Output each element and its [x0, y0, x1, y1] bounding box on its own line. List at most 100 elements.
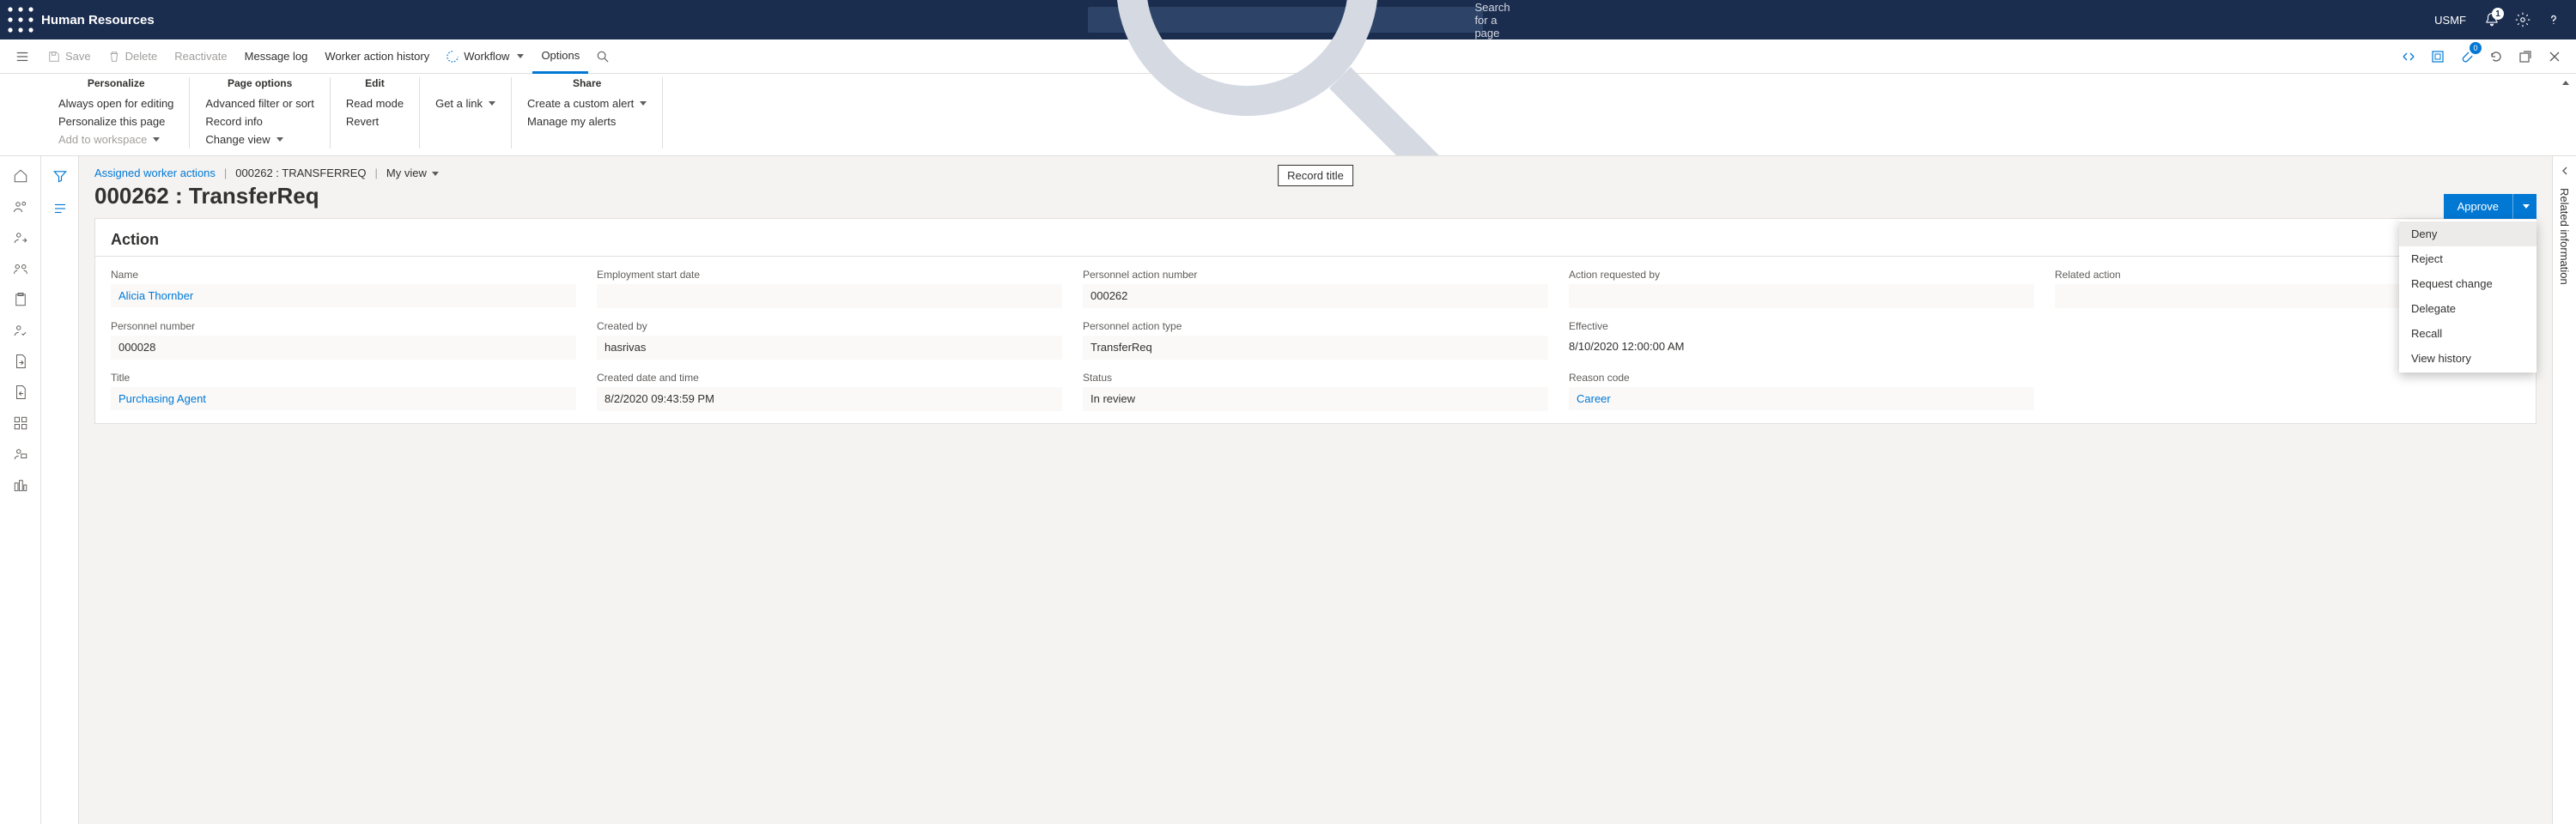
- field-label-employment-start: Employment start date: [597, 269, 1062, 281]
- nav-home-icon[interactable]: [3, 161, 38, 191]
- chevron-down-icon: [517, 54, 524, 58]
- action-card: Action 8/10/2020 12:0 Name Alicia Thornb…: [94, 218, 2537, 424]
- field-label-effective: Effective: [1569, 320, 2034, 332]
- nav-person-arrow-icon[interactable]: [3, 223, 38, 252]
- field-label-status: Status: [1083, 372, 1548, 384]
- field-value-status[interactable]: In review: [1083, 387, 1548, 411]
- breadcrumb-view[interactable]: My view: [386, 167, 440, 179]
- field-value-employment-start[interactable]: [597, 284, 1062, 308]
- ribbon-group-personalize: Personalize Always open for editing Pers…: [43, 77, 190, 148]
- field-value-created-by[interactable]: hasrivas: [597, 336, 1062, 360]
- app-title: Human Resources: [41, 13, 155, 27]
- dropdown-item-reject[interactable]: Reject: [2399, 246, 2537, 271]
- dropdown-item-view-history[interactable]: View history: [2399, 346, 2537, 371]
- ribbon-group-edit: Edit Read mode Revert: [331, 77, 420, 148]
- expand-rail-icon[interactable]: [2561, 165, 2569, 178]
- field-value-created-date[interactable]: 8/2/2020 09:43:59 PM: [597, 387, 1062, 411]
- field-label-name: Name: [111, 269, 576, 281]
- ribbon-group-share: Share Create a custom alert Manage my al…: [512, 77, 663, 148]
- workflow-icon: [447, 51, 459, 63]
- nav-people-icon[interactable]: [3, 192, 38, 221]
- delete-button: Delete: [100, 39, 167, 74]
- ribbon-item-change-view[interactable]: Change view: [205, 130, 313, 148]
- field-label-requested-by: Action requested by: [1569, 269, 2034, 281]
- save-icon: [48, 51, 60, 63]
- notifications-icon[interactable]: 1: [2476, 4, 2507, 35]
- ribbon-item-personalize-page[interactable]: Personalize this page: [58, 112, 173, 130]
- field-value-title[interactable]: Purchasing Agent: [111, 387, 576, 410]
- settings-icon[interactable]: [2507, 4, 2538, 35]
- ribbon-item-advanced-filter[interactable]: Advanced filter or sort: [205, 94, 313, 112]
- field-value-action-type[interactable]: TransferReq: [1083, 336, 1548, 360]
- field-value-reason-code[interactable]: Career: [1569, 387, 2034, 410]
- field-label-created-date: Created date and time: [597, 372, 1062, 384]
- command-search-button[interactable]: [588, 39, 617, 74]
- global-search[interactable]: Search for a page: [1088, 7, 1483, 33]
- office-icon[interactable]: [2425, 44, 2451, 70]
- chevron-down-icon: [153, 137, 160, 142]
- legal-entity[interactable]: USMF: [2434, 14, 2466, 27]
- breadcrumb-record: 000262 : TRANSFERREQ: [235, 167, 366, 179]
- page-title: 000262 : TransferReq: [79, 183, 2552, 218]
- dropdown-item-recall[interactable]: Recall: [2399, 321, 2537, 346]
- chevron-down-icon: [432, 172, 439, 176]
- field-label-title: Title: [111, 372, 576, 384]
- nav-buildings-icon[interactable]: [3, 470, 38, 500]
- nav-person-chat-icon[interactable]: [3, 439, 38, 469]
- hamburger-icon[interactable]: [5, 50, 39, 64]
- ribbon-item-manage-alerts[interactable]: Manage my alerts: [527, 112, 647, 130]
- list-icon[interactable]: [52, 201, 68, 216]
- reactivate-button: Reactivate: [166, 39, 235, 74]
- field-value-requested-by[interactable]: [1569, 284, 2034, 308]
- nav-clipboard-icon[interactable]: [3, 285, 38, 314]
- ribbon-item-revert[interactable]: Revert: [346, 112, 404, 130]
- waffle-menu-icon[interactable]: [7, 6, 34, 33]
- worker-action-history-button[interactable]: Worker action history: [316, 39, 438, 74]
- nav-doc-out-icon[interactable]: [3, 378, 38, 407]
- page-side-controls: [41, 156, 79, 824]
- help-icon[interactable]: [2538, 4, 2569, 35]
- notification-badge: 1: [2492, 8, 2504, 20]
- popup-icon[interactable]: [2512, 44, 2538, 70]
- open-in-new-icon[interactable]: [2396, 44, 2421, 70]
- message-log-button[interactable]: Message log: [236, 39, 317, 74]
- dropdown-item-deny[interactable]: Deny: [2399, 221, 2537, 246]
- right-rail: Related information: [2552, 156, 2576, 824]
- options-ribbon: Personalize Always open for editing Pers…: [0, 74, 2576, 156]
- breadcrumb-root-link[interactable]: Assigned worker actions: [94, 167, 216, 179]
- filter-icon[interactable]: [52, 168, 68, 184]
- options-tab[interactable]: Options: [532, 39, 588, 74]
- field-label-action-type: Personnel action type: [1083, 320, 1548, 332]
- content-area: Record title Assigned worker actions | 0…: [79, 156, 2552, 824]
- close-icon[interactable]: [2542, 44, 2567, 70]
- right-rail-label[interactable]: Related information: [2558, 188, 2571, 285]
- chevron-down-icon: [489, 101, 495, 106]
- field-label-action-number: Personnel action number: [1083, 269, 1548, 281]
- attachments-icon[interactable]: 0: [2454, 44, 2480, 70]
- field-value-effective: 8/10/2020 12:00:00 AM: [1569, 336, 2034, 357]
- ribbon-item-get-link[interactable]: Get a link: [435, 94, 495, 112]
- field-value-name[interactable]: Alicia Thornber: [111, 284, 576, 307]
- field-value-personnel-number[interactable]: 000028: [111, 336, 576, 360]
- nav-group-icon[interactable]: [3, 254, 38, 283]
- dropdown-item-delegate[interactable]: Delegate: [2399, 296, 2537, 321]
- ribbon-item-always-open[interactable]: Always open for editing: [58, 94, 173, 112]
- approve-dropdown-toggle[interactable]: [2512, 194, 2537, 219]
- ribbon-item-record-info[interactable]: Record info: [205, 112, 313, 130]
- approve-button[interactable]: Approve: [2444, 194, 2512, 219]
- chevron-down-icon: [640, 101, 647, 106]
- field-value-action-number[interactable]: 000262: [1083, 284, 1548, 308]
- ribbon-group-page-options: Page options Advanced filter or sort Rec…: [190, 77, 330, 148]
- ribbon-item-read-mode[interactable]: Read mode: [346, 94, 404, 112]
- topbar: Human Resources Search for a page USMF 1: [0, 0, 2576, 39]
- approve-dropdown-menu: Deny Reject Request change Delegate Reca…: [2399, 220, 2537, 373]
- dropdown-item-request-change[interactable]: Request change: [2399, 271, 2537, 296]
- refresh-icon[interactable]: [2483, 44, 2509, 70]
- nav-grid-icon[interactable]: [3, 409, 38, 438]
- ribbon-item-custom-alert[interactable]: Create a custom alert: [527, 94, 647, 112]
- field-label-created-by: Created by: [597, 320, 1062, 332]
- collapse-ribbon-icon[interactable]: [2560, 76, 2569, 88]
- workflow-button[interactable]: Workflow: [438, 39, 532, 74]
- nav-doc-arrow-icon[interactable]: [3, 347, 38, 376]
- nav-person-check-icon[interactable]: [3, 316, 38, 345]
